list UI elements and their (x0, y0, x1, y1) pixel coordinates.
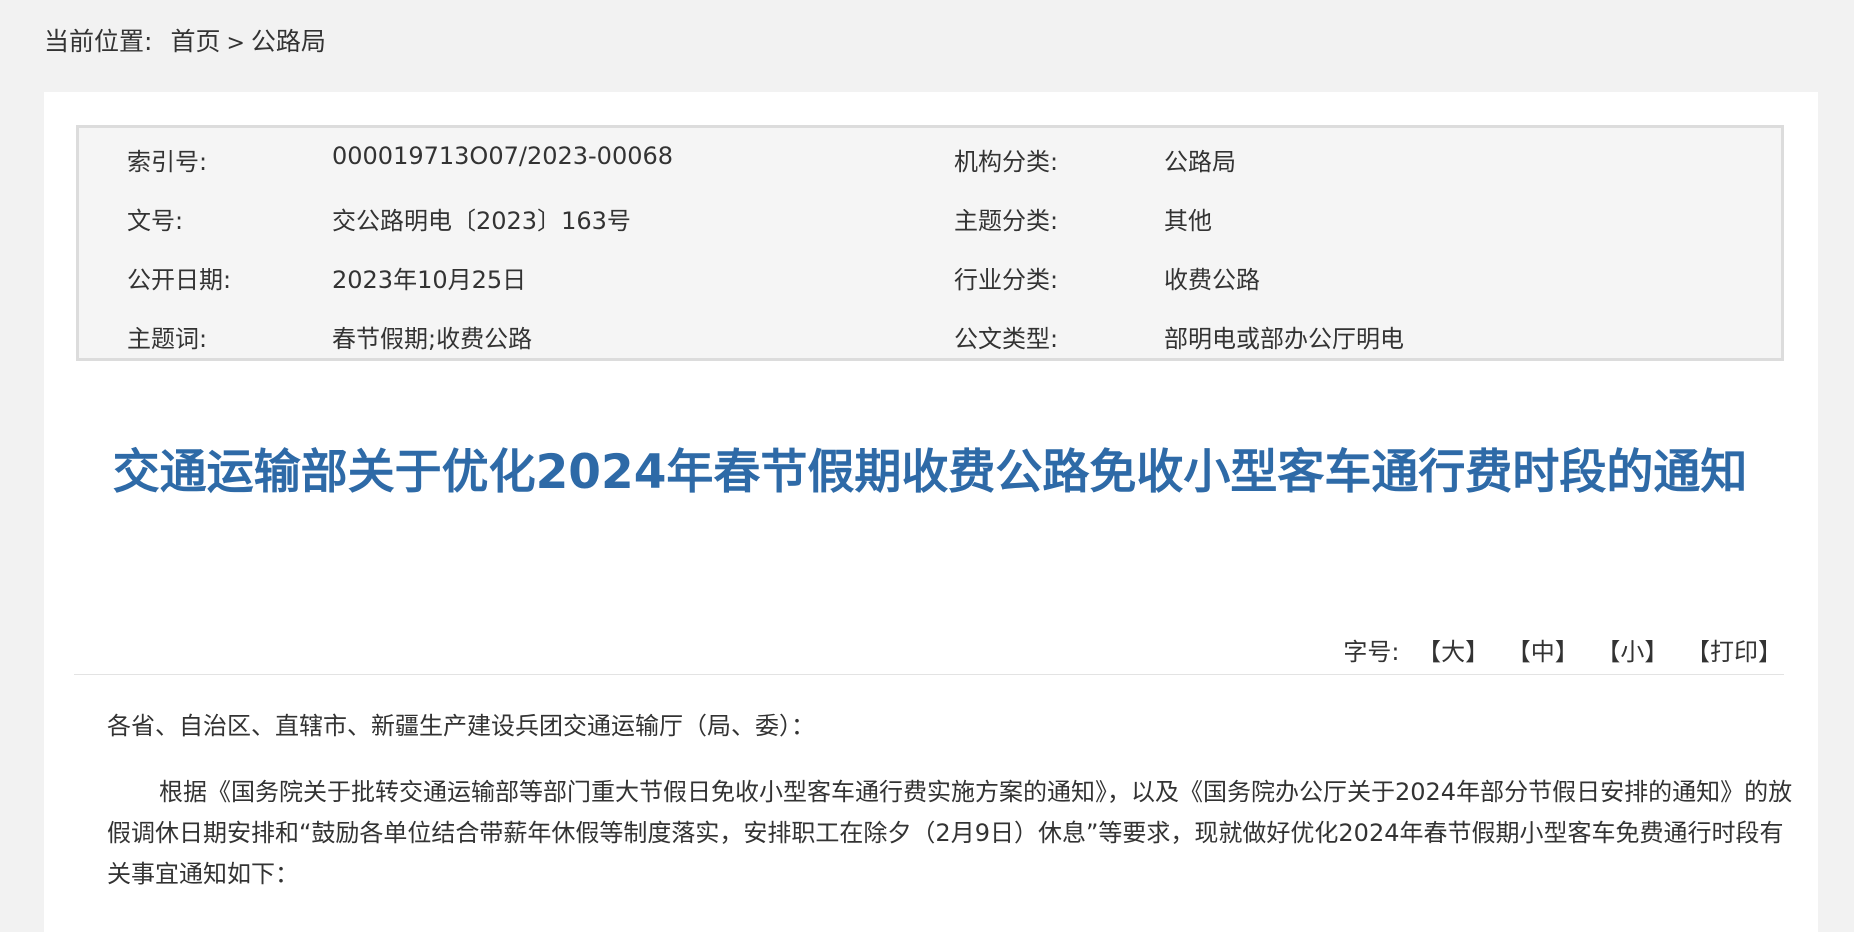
breadcrumb-separator: > (226, 31, 245, 56)
metadata-row: 公开日期: 2023年10月25日 行业分类: 收费公路 (79, 260, 1781, 300)
industry-category-label: 行业分类: (954, 266, 1059, 294)
org-category-label: 机构分类: (954, 148, 1059, 176)
font-medium-button[interactable]: 【中】 (1507, 638, 1579, 666)
org-category-value: 公路局 (1164, 148, 1236, 176)
index-label: 索引号: (127, 148, 208, 176)
keywords-value: 春节假期;收费公路 (332, 325, 533, 353)
font-size-label: 字号: (1343, 638, 1400, 666)
breadcrumb-current-link[interactable]: 公路局 (251, 27, 326, 56)
breadcrumb-prefix: 当前位置: (44, 27, 153, 56)
doc-type-label: 公文类型: (954, 325, 1059, 353)
metadata-row: 文号: 交公路明电〔2023〕163号 主题分类: 其他 (79, 201, 1781, 241)
keywords-label: 主题词: (127, 325, 208, 353)
index-value: 000019713O07/2023-00068 (332, 142, 674, 170)
topic-category-value: 其他 (1164, 207, 1212, 235)
metadata-table: 索引号: 000019713O07/2023-00068 机构分类: 公路局 文… (76, 125, 1784, 361)
font-size-controls: 字号: 【大】 【中】 【小】 【打印】 (1343, 632, 1782, 667)
topic-category-label: 主题分类: (954, 207, 1059, 235)
publish-date-label: 公开日期: (127, 266, 232, 294)
breadcrumb-home-link[interactable]: 首页 (170, 27, 220, 56)
metadata-row: 主题词: 春节假期;收费公路 公文类型: 部明电或部办公厅明电 (79, 319, 1781, 359)
print-button[interactable]: 【打印】 (1686, 638, 1782, 666)
body-paragraph: 根据《国务院关于批转交通运输部等部门重大节假日免收小型客车通行费实施方案的通知》… (107, 778, 1793, 888)
industry-category-value: 收费公路 (1164, 266, 1260, 294)
divider (74, 674, 1784, 675)
breadcrumb: 当前位置: 首页 > 公路局 (44, 22, 326, 58)
publish-date-value: 2023年10月25日 (332, 266, 527, 294)
metadata-row: 索引号: 000019713O07/2023-00068 机构分类: 公路局 (79, 142, 1781, 182)
salutation: 各省、自治区、直辖市、新疆生产建设兵团交通运输厅（局、委）： (107, 712, 815, 740)
doc-number-value: 交公路明电〔2023〕163号 (332, 207, 631, 235)
font-small-button[interactable]: 【小】 (1596, 638, 1668, 666)
article-title: 交通运输部关于优化2024年春节假期收费公路免收小型客车通行费时段的通知 (112, 445, 1748, 500)
doc-type-value: 部明电或部办公厅明电 (1164, 325, 1404, 353)
doc-number-label: 文号: (127, 207, 184, 235)
font-large-button[interactable]: 【大】 (1417, 638, 1489, 666)
article-card: 索引号: 000019713O07/2023-00068 机构分类: 公路局 文… (44, 92, 1818, 932)
